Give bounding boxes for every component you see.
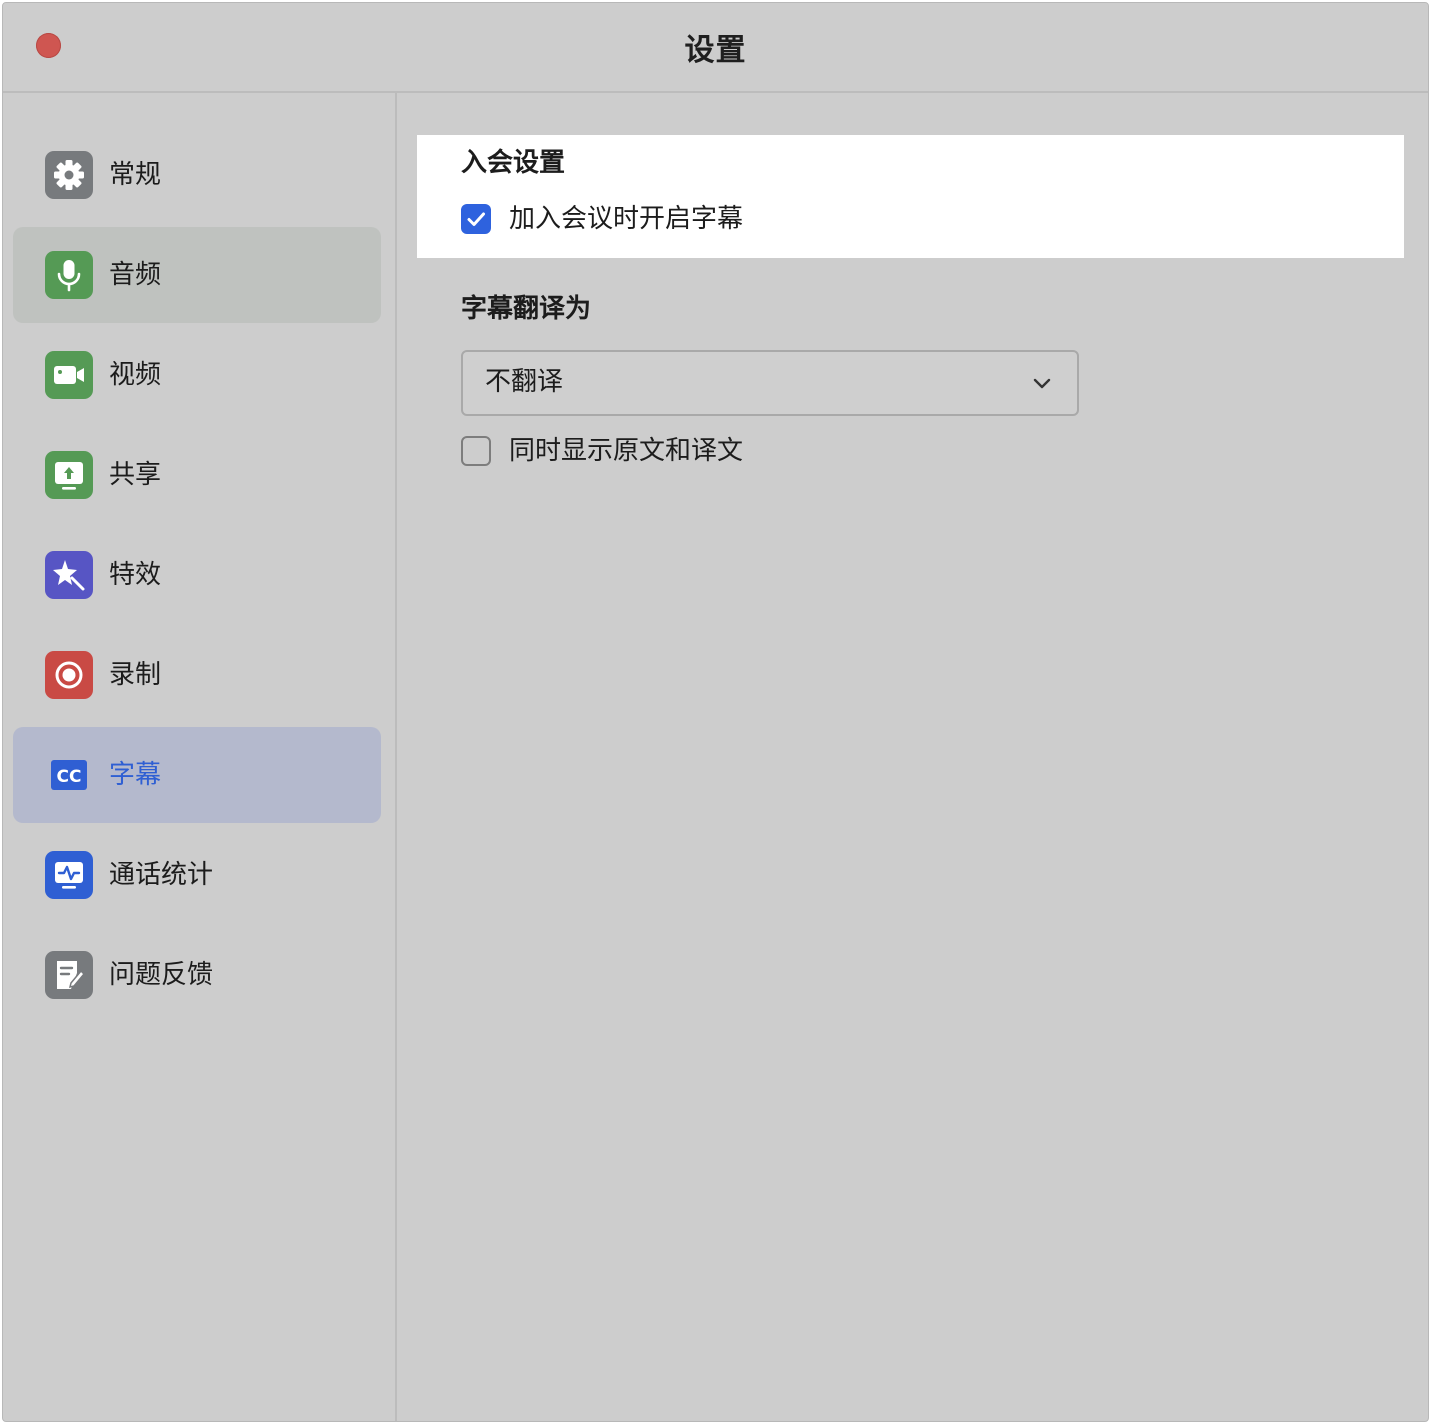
sidebar-item-call-stats[interactable]: 通话统计 (13, 827, 381, 923)
sidebar-item-feedback[interactable]: 问题反馈 (13, 927, 381, 1023)
svg-text:CC: CC (57, 767, 82, 787)
sidebar-item-captions[interactable]: CC 字幕 (13, 727, 381, 823)
sidebar-item-label: 问题反馈 (109, 960, 214, 990)
microphone-icon (45, 251, 93, 299)
captions-settings-panel: 入会设置 加入会议时开启字幕 字幕翻译为 不翻译 同时显示原文和译文 (397, 93, 1428, 1421)
effects-sparkle-icon (45, 551, 93, 599)
sidebar-item-video[interactable]: 视频 (13, 327, 381, 423)
translate-captions-title: 字幕翻译为 (461, 294, 592, 324)
feedback-icon (45, 951, 93, 999)
chevron-down-icon (1031, 372, 1053, 394)
share-screen-icon (45, 451, 93, 499)
translate-language-value: 不翻译 (485, 367, 564, 397)
settings-sidebar: 常规 音频 视频 共享 特效 录制 CC 字幕 通话统计 问题反馈 (3, 93, 397, 1421)
sidebar-item-label: 录制 (109, 660, 162, 690)
call-stats-icon (45, 851, 93, 899)
sidebar-item-share[interactable]: 共享 (13, 427, 381, 523)
show-original-and-translation-label[interactable]: 同时显示原文和译文 (509, 433, 743, 469)
sidebar-item-label: 通话统计 (109, 860, 214, 890)
enable-captions-on-join-checkbox[interactable] (461, 204, 491, 234)
sidebar-item-record[interactable]: 录制 (13, 627, 381, 723)
closed-caption-icon: CC (45, 751, 93, 799)
join-settings-section: 入会设置 加入会议时开启字幕 (417, 135, 1404, 258)
translate-language-select[interactable]: 不翻译 (461, 350, 1079, 416)
gear-icon (45, 151, 93, 199)
sidebar-item-label: 音频 (109, 260, 162, 290)
sidebar-item-label: 共享 (109, 460, 162, 490)
sidebar-item-general[interactable]: 常规 (13, 127, 381, 223)
sidebar-item-effects[interactable]: 特效 (13, 527, 381, 623)
enable-captions-on-join-label[interactable]: 加入会议时开启字幕 (509, 201, 743, 237)
video-camera-icon (45, 351, 93, 399)
record-icon (45, 651, 93, 699)
sidebar-item-label: 特效 (109, 560, 162, 590)
sidebar-item-label: 视频 (109, 360, 162, 390)
show-original-and-translation-checkbox[interactable] (461, 436, 491, 466)
join-settings-title: 入会设置 (461, 148, 566, 178)
window-title: 设置 (684, 33, 747, 68)
sidebar-item-label: 常规 (109, 160, 162, 190)
sidebar-item-label: 字幕 (109, 760, 162, 790)
title-bar: 设置 (3, 3, 1428, 93)
sidebar-item-audio[interactable]: 音频 (13, 227, 381, 323)
settings-window: 设置 常规 音频 视频 共享 特效 录制 CC 字幕 通话统计 问题反馈 入会设… (2, 2, 1429, 1422)
